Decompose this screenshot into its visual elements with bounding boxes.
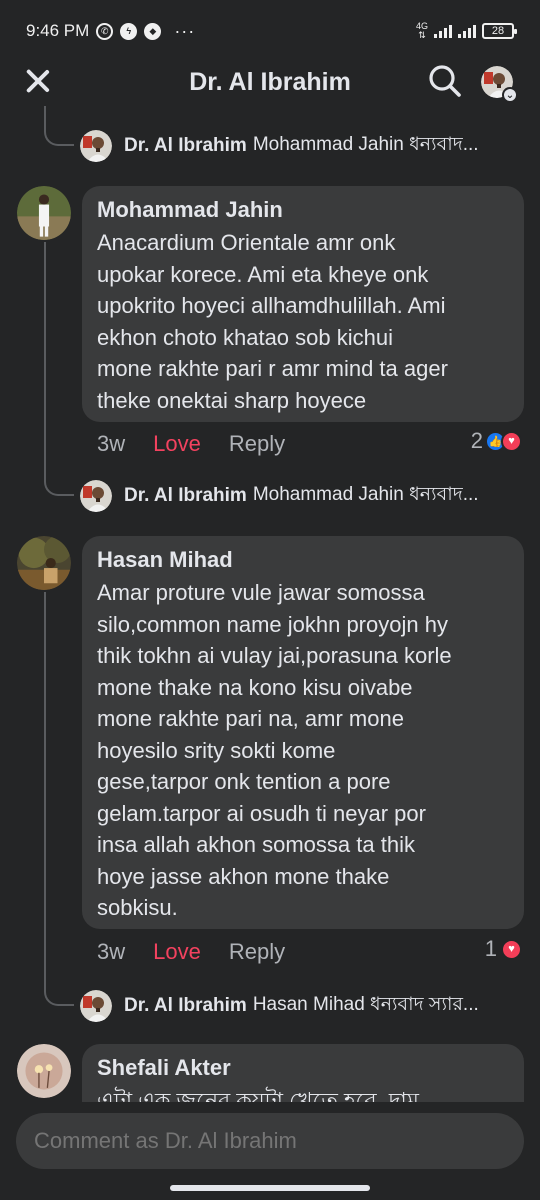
comments-feed[interactable]: Dr. Al Ibrahim Mohammad Jahin ধন্যবাদ...… — [0, 106, 540, 1102]
avatar — [80, 480, 112, 512]
reaction-summary[interactable]: 2 👍 ♥ — [471, 428, 522, 454]
avatar — [17, 186, 71, 240]
reply-preview[interactable]: Dr. Al Ibrahim Mohammad Jahin ধন্যবাদ... — [80, 128, 479, 164]
comment-bubble[interactable]: Shefali Akter এটা এক জনের কয়টা খেতে হবে… — [82, 1044, 524, 1102]
comment-bubble[interactable]: Hasan Mihad Amar proture vule jawar somo… — [82, 536, 524, 929]
whatsapp-icon: ✆ — [96, 22, 114, 40]
comment-input[interactable] — [16, 1113, 524, 1169]
more-notifications-icon: ··· — [174, 20, 196, 41]
commenter-avatar[interactable] — [17, 186, 71, 240]
reply-snippet: Mohammad Jahin ধন্যবাদ... — [252, 134, 479, 155]
composer-bar — [0, 1102, 540, 1200]
comment-timestamp[interactable]: 3w — [97, 939, 125, 965]
comment-bubble[interactable]: Mohammad Jahin Anacardium Orientale amr … — [82, 186, 524, 422]
signal-icon-2 — [458, 24, 476, 38]
status-bar: 9:46 PM ✆ ϟ ◆ ··· 4G ⇅ 28 — [0, 0, 540, 62]
header: Dr. Al Ibrahim ⌄ — [0, 62, 540, 103]
reply-snippet: Mohammad Jahin ধন্যবাদ... — [252, 484, 479, 505]
love-icon: ♥ — [501, 430, 522, 452]
thread-curve — [44, 126, 74, 146]
commenter-avatar[interactable] — [17, 536, 71, 590]
comment-text: Amar proture vule jawar somossa silo,com… — [97, 580, 452, 920]
reply-author: Dr. Al Ibrahim — [124, 485, 247, 506]
reply-snippet: Hasan Mihad ধন্যবাদ স্যার... — [252, 994, 479, 1015]
reply-preview[interactable]: Dr. Al Ibrahim Hasan Mihad ধন্যবাদ স্যার… — [80, 988, 479, 1024]
messenger-icon: ϟ — [120, 22, 138, 40]
status-time: 9:46 PM — [26, 21, 90, 40]
reply-preview[interactable]: Dr. Al Ibrahim Mohammad Jahin ধন্যবাদ... — [80, 478, 479, 514]
chevron-down-icon: ⌄ — [502, 87, 518, 103]
thread-line — [44, 106, 46, 126]
search-icon[interactable] — [428, 64, 462, 98]
comment-timestamp[interactable]: 3w — [97, 431, 125, 457]
thread-curve — [44, 986, 74, 1006]
thread-line — [44, 242, 46, 476]
reaction-summary[interactable]: 1 ♥ — [485, 936, 522, 962]
signal-icon — [434, 24, 452, 38]
comment-actions: 3w Love Reply — [97, 431, 285, 457]
comment-author[interactable]: Mohammad Jahin — [97, 197, 509, 223]
reaction-count: 1 — [484, 936, 497, 961]
profile-avatar-button[interactable]: ⌄ — [481, 66, 518, 103]
love-button[interactable]: Love — [153, 431, 201, 457]
reply-author: Dr. Al Ibrahim — [124, 135, 247, 156]
avatar — [17, 1044, 71, 1098]
network-type: 4G ⇅ — [415, 21, 428, 40]
commenter-avatar[interactable] — [17, 1044, 71, 1098]
love-button[interactable]: Love — [153, 939, 201, 965]
comment-text: Anacardium Orientale amr onk upokar kore… — [97, 230, 448, 413]
reply-button[interactable]: Reply — [229, 939, 285, 965]
battery-level: 28 — [491, 25, 505, 37]
thread-curve — [44, 476, 74, 496]
reply-author: Dr. Al Ibrahim — [124, 995, 247, 1016]
avatar — [80, 130, 112, 162]
shield-icon: ◆ — [144, 22, 162, 40]
battery-icon: 28 — [482, 23, 517, 39]
avatar — [80, 990, 112, 1022]
thread-line — [44, 592, 46, 986]
comment-author[interactable]: Hasan Mihad — [97, 547, 509, 573]
comment-actions: 3w Love Reply — [97, 939, 285, 965]
love-icon: ♥ — [501, 938, 522, 960]
comment-text: এটা এক জনের কয়টা খেতে হবে, দাম — [97, 1088, 420, 1102]
avatar — [17, 536, 71, 590]
home-indicator[interactable] — [170, 1185, 370, 1191]
reply-button[interactable]: Reply — [229, 431, 285, 457]
reaction-count: 2 — [470, 428, 483, 453]
comment-author[interactable]: Shefali Akter — [97, 1055, 509, 1081]
